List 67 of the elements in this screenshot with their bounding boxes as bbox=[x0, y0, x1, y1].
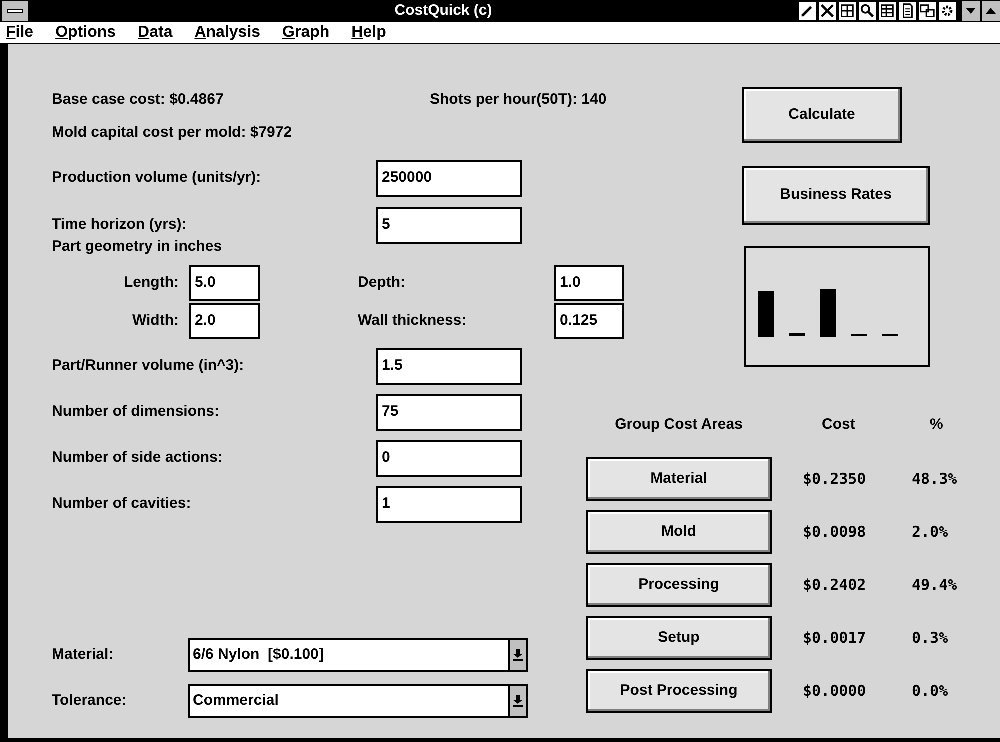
percent-value: 48.3% bbox=[912, 468, 958, 490]
input-field[interactable]: 250000 bbox=[376, 160, 522, 197]
input-field[interactable]: 1.0 bbox=[554, 265, 624, 301]
mold-capital-cost: Mold capital cost per mold: $7972 bbox=[52, 122, 292, 143]
percent-value: 2.0% bbox=[912, 522, 948, 543]
system-menu-button[interactable] bbox=[2, 1, 28, 21]
column-header: Group Cost Areas bbox=[614, 414, 744, 435]
cost-area-button[interactable]: Setup bbox=[586, 616, 772, 660]
input-field[interactable]: 2.0 bbox=[189, 303, 260, 339]
cost-area-button[interactable]: Post Processing bbox=[586, 669, 772, 713]
menu-item[interactable]: Graph bbox=[282, 20, 330, 44]
cost-value: $0.2350 bbox=[802, 468, 868, 490]
menu-item[interactable]: Help bbox=[352, 20, 386, 44]
table-icon[interactable] bbox=[879, 2, 896, 20]
minimize-button[interactable] bbox=[962, 1, 980, 21]
input-field[interactable]: 1.5 bbox=[376, 348, 522, 385]
field-label: Number of cavities: bbox=[52, 494, 192, 514]
input-field[interactable]: 1 bbox=[376, 486, 522, 523]
cross-icon[interactable] bbox=[819, 2, 836, 20]
field-label: Part/Runner volume (in^3): bbox=[52, 356, 246, 376]
shots-per-hour: Shots per hour(50T): 140 bbox=[430, 90, 607, 110]
dropdown[interactable]: 6/6 Nylon [$0.100] bbox=[188, 638, 528, 672]
down-arrow-icon bbox=[513, 695, 523, 707]
input-field[interactable]: 75 bbox=[376, 394, 522, 431]
field-label: Length: bbox=[123, 272, 180, 293]
cost-value: $0.0017 bbox=[802, 628, 868, 649]
window-title: CostQuick (c) bbox=[394, 0, 492, 21]
windows-icon[interactable] bbox=[919, 2, 936, 20]
down-arrow-icon bbox=[513, 649, 523, 661]
dropdown[interactable]: Commercial bbox=[188, 684, 528, 718]
field-label: Production volume (units/yr): bbox=[52, 168, 262, 188]
maximize-button[interactable] bbox=[982, 1, 1000, 21]
base-case-cost: Base case cost: $0.4867 bbox=[52, 90, 225, 110]
field-label: Number of dimensions: bbox=[52, 402, 221, 422]
field-label: Time horizon (yrs): bbox=[52, 215, 188, 236]
cost-area-button[interactable]: Processing bbox=[586, 563, 772, 607]
field-label: Wall thickness: bbox=[357, 310, 468, 331]
input-field[interactable]: 0.125 bbox=[554, 303, 624, 339]
percent-value: 49.4% bbox=[912, 574, 958, 596]
section-heading: Part geometry in inches bbox=[52, 236, 222, 257]
field-label: Depth: bbox=[357, 272, 406, 293]
field-label: Tolerance: bbox=[52, 690, 128, 711]
cost-value: $0.0098 bbox=[802, 522, 868, 543]
menu-item[interactable]: Analysis bbox=[194, 20, 261, 44]
percent-value: 0.0% bbox=[912, 680, 948, 702]
input-field[interactable]: 5.0 bbox=[189, 265, 260, 301]
field-label: Width: bbox=[131, 310, 180, 331]
cost-value: $0.0000 bbox=[802, 680, 868, 702]
up-triangle-icon bbox=[986, 8, 996, 14]
menu-item[interactable]: File bbox=[6, 20, 34, 44]
business-rates-button[interactable]: Business Rates bbox=[742, 166, 930, 225]
magnifier-icon[interactable] bbox=[859, 2, 876, 20]
down-triangle-icon bbox=[966, 8, 976, 14]
field-label: Number of side actions: bbox=[52, 448, 224, 468]
cost-area-button[interactable]: Material bbox=[586, 457, 772, 501]
cost-value: $0.2402 bbox=[802, 574, 868, 596]
input-field[interactable]: 5 bbox=[376, 207, 522, 244]
menu-item[interactable]: Options bbox=[56, 20, 116, 44]
calculate-button[interactable]: Calculate bbox=[742, 87, 902, 143]
menu-item[interactable]: Data bbox=[138, 20, 173, 44]
column-header: % bbox=[929, 414, 944, 435]
percent-value: 0.3% bbox=[912, 628, 948, 649]
column-header: Cost bbox=[821, 414, 856, 435]
cost-area-button[interactable]: Mold bbox=[586, 510, 772, 554]
field-label: Material: bbox=[52, 644, 115, 665]
input-field[interactable]: 0 bbox=[376, 440, 522, 477]
grid-icon[interactable] bbox=[839, 2, 856, 20]
